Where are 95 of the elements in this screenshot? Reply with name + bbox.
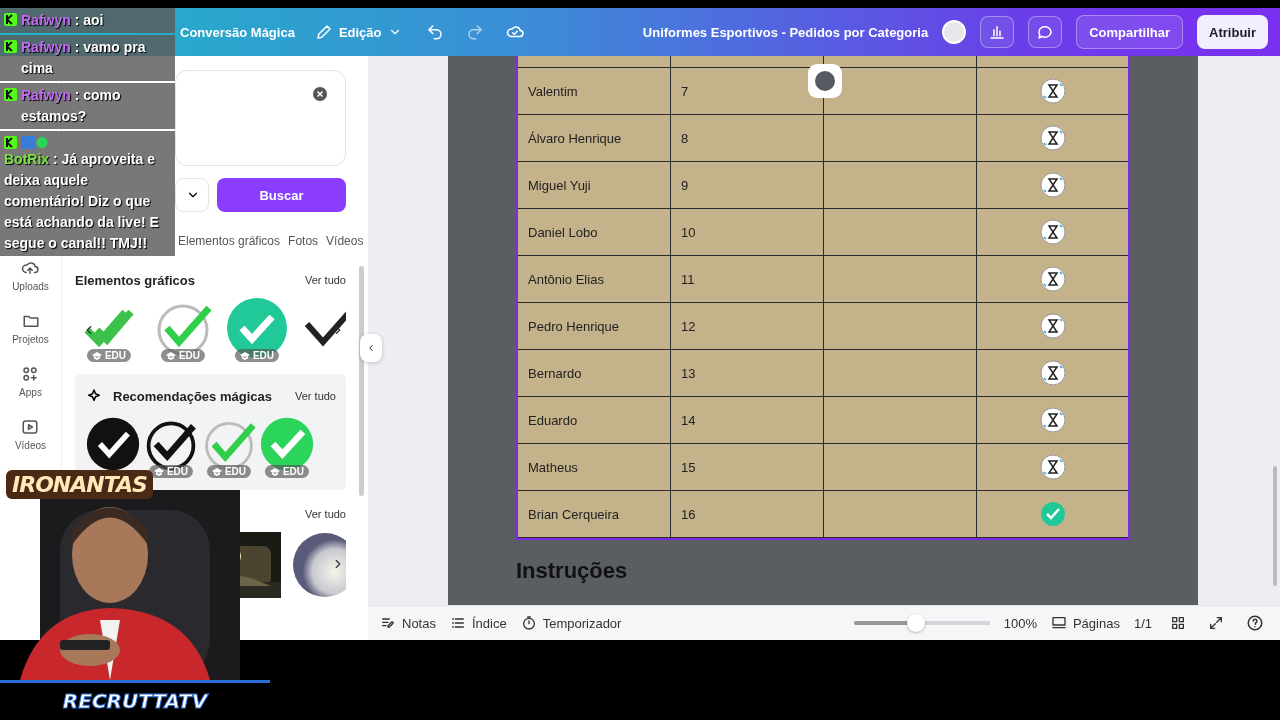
- hourglass-icon: [1039, 266, 1066, 292]
- hourglass-icon: [1039, 125, 1066, 151]
- edu-badge: EDU: [148, 465, 194, 478]
- table-cell: 15: [671, 444, 824, 490]
- timer-button[interactable]: Temporizador: [520, 615, 622, 631]
- edu-badge: EDU: [160, 349, 206, 362]
- table-cell: 8: [671, 115, 824, 161]
- apps-icon: [21, 365, 40, 383]
- index-button[interactable]: Índice: [449, 615, 507, 631]
- cloud-upload-icon: [21, 259, 40, 277]
- help-icon: [1246, 614, 1264, 632]
- notes-button[interactable]: Notas: [380, 615, 436, 631]
- expand-icon: [1208, 615, 1224, 631]
- graduation-cap-icon: [153, 467, 164, 476]
- graduation-cap-icon: [239, 351, 250, 360]
- category-tab[interactable]: Vídeos: [326, 230, 364, 254]
- comment-button[interactable]: [1028, 16, 1063, 48]
- chat-message: BotRix : Já aproveita e deixa aquele comentário! Diz o que está achando da live! E segue o canal!! TMJ!!: [4, 150, 160, 253]
- kick-badge-icon: [4, 40, 17, 53]
- table-cell: Álvaro Henrique: [518, 115, 671, 161]
- see-all-link[interactable]: Ver tudo: [305, 274, 346, 286]
- notes-icon: [380, 615, 396, 631]
- share-button[interactable]: Compartilhar: [1076, 15, 1184, 49]
- section-title: Elementos gráficos: [75, 272, 195, 288]
- insights-button[interactable]: [980, 16, 1015, 48]
- table-cell: Daniel Lobo: [518, 209, 671, 255]
- table-cell: Pedro Henrique: [518, 303, 671, 349]
- graduation-cap-icon: [269, 467, 280, 476]
- sidebar-item[interactable]: Vídeos: [14, 418, 47, 451]
- hourglass-icon: [1039, 78, 1066, 104]
- table-cell: Miguel Yuji: [518, 162, 671, 208]
- section-title: Recomendações mágicas: [113, 388, 272, 404]
- chevron-left-icon: [366, 342, 376, 354]
- edu-badge: EDU: [86, 349, 132, 362]
- chat-message: Rafwyn : aoi: [21, 11, 105, 30]
- table-cell: Antônio Elias: [518, 256, 671, 302]
- sidebar-item[interactable]: Apps: [19, 365, 42, 398]
- table-cell: 13: [671, 350, 824, 396]
- clear-icon[interactable]: [313, 87, 327, 101]
- chat-message: Rafwyn : como estamos?: [21, 86, 122, 126]
- section-heading: Instruções: [516, 558, 629, 584]
- table-cell: 10: [671, 209, 824, 255]
- pages-button[interactable]: Páginas: [1050, 615, 1120, 631]
- page-count: 1/1: [1133, 615, 1152, 631]
- sidebar-item[interactable]: Uploads: [12, 259, 49, 292]
- kick-badge-icon: [4, 88, 17, 101]
- user-avatar[interactable]: [942, 20, 967, 44]
- graduation-cap-icon: [91, 351, 102, 360]
- edu-badge: EDU: [264, 465, 310, 478]
- pages-icon: [1050, 615, 1067, 631]
- undo-icon: [425, 23, 444, 41]
- category-tab[interactable]: Fotos: [288, 230, 319, 254]
- assign-button[interactable]: Atribuir: [1197, 15, 1268, 49]
- hourglass-icon: [1039, 360, 1066, 386]
- table-cell: 14: [671, 397, 824, 443]
- hourglass-icon: [1039, 172, 1066, 198]
- table-cell: 16: [671, 491, 824, 537]
- grid-icon: [1170, 615, 1186, 631]
- see-all-link[interactable]: Ver tudo: [295, 390, 336, 402]
- graduation-cap-icon: [165, 351, 176, 360]
- hourglass-icon: [1039, 313, 1066, 339]
- zoom-reading: 100%: [1003, 615, 1037, 631]
- graduation-cap-icon: [211, 467, 222, 476]
- pencil-icon: [314, 23, 333, 41]
- bar-chart-icon: [988, 23, 1007, 41]
- stream-logo: RECRUTTATV: [62, 689, 208, 715]
- table-cell: Matheus: [518, 444, 671, 490]
- document-title[interactable]: Uniformes Esportivos - Pedidos por Categoria: [642, 24, 929, 40]
- hourglass-icon: [1039, 454, 1066, 480]
- redo-icon: [465, 23, 484, 41]
- kick-badge-icon: [4, 13, 17, 26]
- table-cell: 11: [671, 256, 824, 302]
- edu-badge: EDU: [234, 349, 280, 362]
- comment-icon: [1036, 23, 1055, 41]
- sidebar-item[interactable]: Projetos: [12, 312, 49, 345]
- category-tab[interactable]: Elementos gráficos: [178, 230, 281, 254]
- hourglass-icon: [1039, 407, 1066, 433]
- timer-icon: [520, 615, 537, 631]
- chat-message: Rafwyn : vamo pra cima: [21, 38, 147, 78]
- edu-badge: EDU: [206, 465, 252, 478]
- table-cell: 9: [671, 162, 824, 208]
- check-circle-icon: [227, 298, 287, 358]
- kick-badge-icon: [4, 136, 17, 149]
- list-icon: [449, 615, 466, 631]
- table-cell: Eduardo: [518, 397, 671, 443]
- drag-handle[interactable]: [808, 64, 842, 98]
- table-cell: 12: [671, 303, 824, 349]
- search-button[interactable]: Buscar: [217, 178, 346, 212]
- table-cell: Bernardo: [518, 350, 671, 396]
- table-cell: Brian Cerqueira: [518, 491, 671, 537]
- table-cell: Valentim: [518, 68, 671, 114]
- check-circle-icon: [1039, 501, 1066, 527]
- video-icon: [21, 418, 40, 436]
- hourglass-icon: [1039, 219, 1066, 245]
- see-all-link[interactable]: Ver tudo: [305, 508, 346, 520]
